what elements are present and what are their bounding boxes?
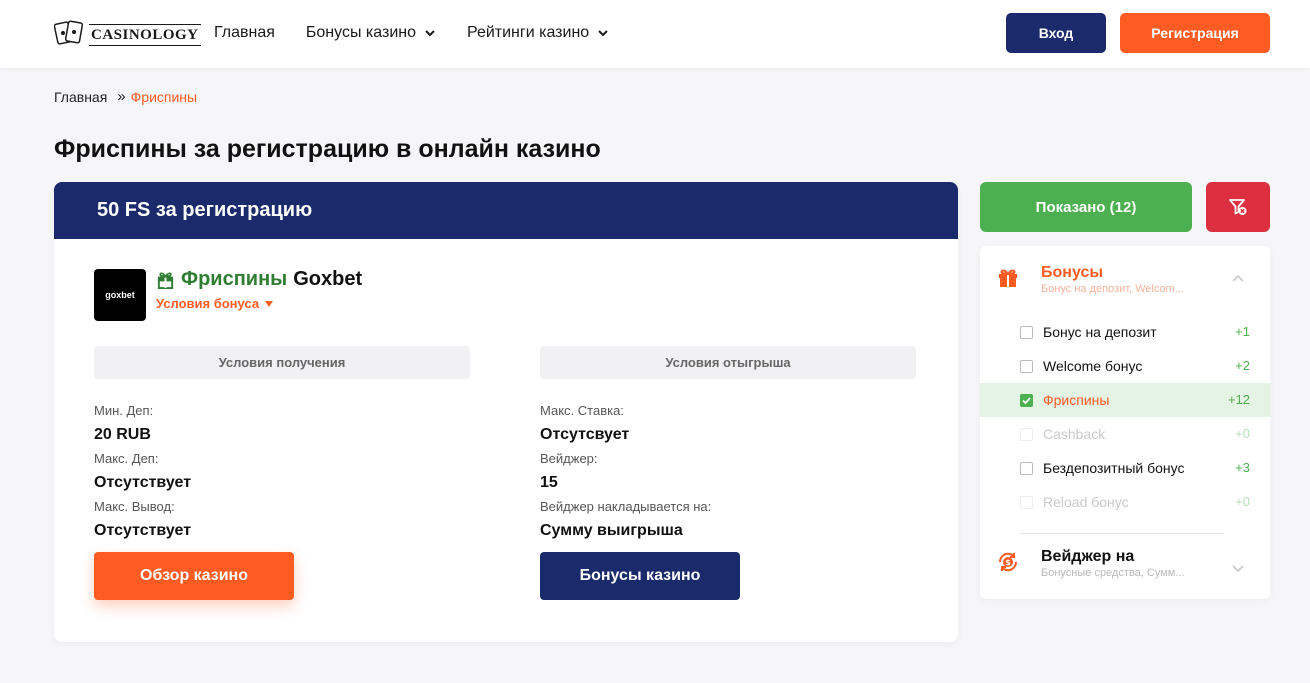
chevron-up-icon[interactable] <box>1230 270 1246 286</box>
wager-label: Вейджер: <box>540 451 598 466</box>
chevron-down-icon[interactable] <box>1230 560 1246 576</box>
filter-option-freespins[interactable]: Фриспины +12 <box>980 383 1270 417</box>
breadcrumb-home-link[interactable]: Главная <box>54 89 107 105</box>
site-logo[interactable]: CASINOLOGY <box>54 17 201 49</box>
filter-divider <box>1020 533 1224 534</box>
filter-option-deposit-bonus[interactable]: Бонус на депозит +1 <box>980 315 1270 349</box>
max-bet-label: Макс. Ставка: <box>540 403 624 418</box>
check-icon <box>1022 397 1031 405</box>
nav-item-label: Бонусы казино <box>305 24 416 41</box>
breadcrumb: Главная » Фриспины <box>54 88 197 105</box>
bonus-card-header: 50 FS за регистрацию <box>54 182 958 239</box>
wager-conditions-list: Макс. Ставка: Отсутсвует Вейджер: 15 Вей… <box>540 402 711 546</box>
max-bet-value: Отсутсвует <box>540 426 630 443</box>
casino-review-button[interactable]: Обзор казино <box>94 552 294 600</box>
nav-item-label: Главная <box>214 24 275 41</box>
filter-group-subtitle-wager: Бонусные средства, Сумм... <box>1041 567 1185 579</box>
filter-option-reload-bonus: Reload бонус +0 <box>980 485 1270 519</box>
breadcrumb-separator: » <box>117 88 126 105</box>
filter-option-welcome-bonus[interactable]: Welcome бонус +2 <box>980 349 1270 383</box>
chevron-down-icon <box>425 30 435 37</box>
svg-text:$: $ <box>1005 558 1011 567</box>
wager-applies-value: Сумму выигрыша <box>540 522 683 539</box>
receive-conditions-heading: Условия получения <box>94 346 470 379</box>
gift-icon <box>157 272 174 289</box>
filter-reset-icon <box>1229 199 1247 215</box>
filter-option-count: +3 <box>1235 460 1250 475</box>
checkbox-disabled <box>1020 428 1033 441</box>
login-button[interactable]: Вход <box>1006 13 1106 53</box>
main-nav: Главная Бонусы казино Рейтинги казино <box>214 22 640 44</box>
nav-item-label: Рейтинги казино <box>466 24 590 41</box>
filter-option-label: Reload бонус <box>1043 494 1129 510</box>
filter-group-subtitle-bonuses: Бонус на депозит, Welcom... <box>1041 283 1184 295</box>
min-deposit-label: Мин. Деп: <box>94 403 154 418</box>
breadcrumb-current: Фриспины <box>130 88 198 105</box>
chevron-down-icon <box>598 30 608 37</box>
filter-option-count: +12 <box>1227 392 1250 407</box>
bonus-name: Фриспины Goxbet <box>156 268 362 291</box>
gift-icon <box>999 269 1017 287</box>
max-withdrawal-value: Отсутствует <box>94 522 192 539</box>
bonus-conditions-toggle[interactable]: Условия бонуса <box>156 296 274 311</box>
filter-option-label: Cashback <box>1043 426 1106 442</box>
checkbox[interactable] <box>1020 326 1033 339</box>
checkbox-checked[interactable] <box>1020 394 1033 407</box>
receive-conditions-list: Мин. Деп: 20 RUB Макс. Деп: Отсутствует … <box>94 402 191 546</box>
bonus-card-title: 50 FS за регистрацию <box>97 199 313 221</box>
filter-option-cashback: Cashback +0 <box>980 417 1270 451</box>
coin-cycle-icon: $ <box>998 552 1018 572</box>
filter-option-no-deposit-bonus[interactable]: Бездепозитный бонус +3 <box>980 451 1270 485</box>
max-deposit-value: Отсутствует <box>94 474 192 491</box>
filter-option-label: Фриспины <box>1043 392 1110 408</box>
filter-group-title-wager[interactable]: Вейджер на <box>1041 548 1134 566</box>
max-withdrawal-label: Макс. Вывод: <box>94 499 175 514</box>
filter-option-count: +1 <box>1235 324 1250 339</box>
filter-option-count: +0 <box>1235 426 1250 441</box>
filter-option-label: Бонус на депозит <box>1043 324 1157 340</box>
bonus-conditions-label: Условия бонуса <box>156 296 260 311</box>
casino-logo-text: goxbet <box>105 290 135 300</box>
reset-filters-button[interactable] <box>1206 182 1270 232</box>
filter-option-label: Welcome бонус <box>1043 358 1143 374</box>
playing-cards-icon <box>54 20 84 45</box>
checkbox-disabled <box>1020 496 1033 509</box>
casino-name: Goxbet <box>293 268 363 290</box>
checkbox[interactable] <box>1020 462 1033 475</box>
bonus-card: 50 FS за регистрацию goxbet Фриспины Gox… <box>54 182 958 642</box>
bonus-type: Фриспины <box>181 268 288 290</box>
filter-option-label: Бездепозитный бонус <box>1043 460 1185 476</box>
page-title: Фриспины за регистрацию в онлайн казино <box>54 135 601 163</box>
casino-logo[interactable]: goxbet <box>94 269 146 321</box>
max-deposit-label: Макс. Деп: <box>94 451 159 466</box>
site-header: CASINOLOGY Главная Бонусы казино Рейтинг… <box>0 0 1310 68</box>
logo-text: CASINOLOGY <box>89 24 201 46</box>
checkbox[interactable] <box>1020 360 1033 373</box>
filter-group-title-bonuses[interactable]: Бонусы <box>1041 264 1103 282</box>
filter-option-count: +0 <box>1235 494 1250 509</box>
shown-results-button[interactable]: Показано (12) <box>980 182 1192 232</box>
wager-conditions-heading: Условия отыгрыша <box>540 346 916 379</box>
nav-item-casino-bonuses[interactable]: Бонусы казино <box>306 22 436 44</box>
min-deposit-value: 20 RUB <box>94 426 151 443</box>
filter-option-count: +2 <box>1235 358 1250 373</box>
wager-value: 15 <box>540 474 558 491</box>
filter-panel: Бонусы Бонус на депозит, Welcom... Бонус… <box>980 246 1270 599</box>
register-button[interactable]: Регистрация <box>1120 13 1270 53</box>
caret-down-icon <box>265 300 274 307</box>
casino-bonuses-button[interactable]: Бонусы казино <box>540 552 740 600</box>
wager-applies-label: Вейджер накладывается на: <box>540 499 712 514</box>
nav-item-home[interactable]: Главная <box>214 22 275 44</box>
nav-item-casino-ratings[interactable]: Рейтинги казино <box>467 22 609 44</box>
